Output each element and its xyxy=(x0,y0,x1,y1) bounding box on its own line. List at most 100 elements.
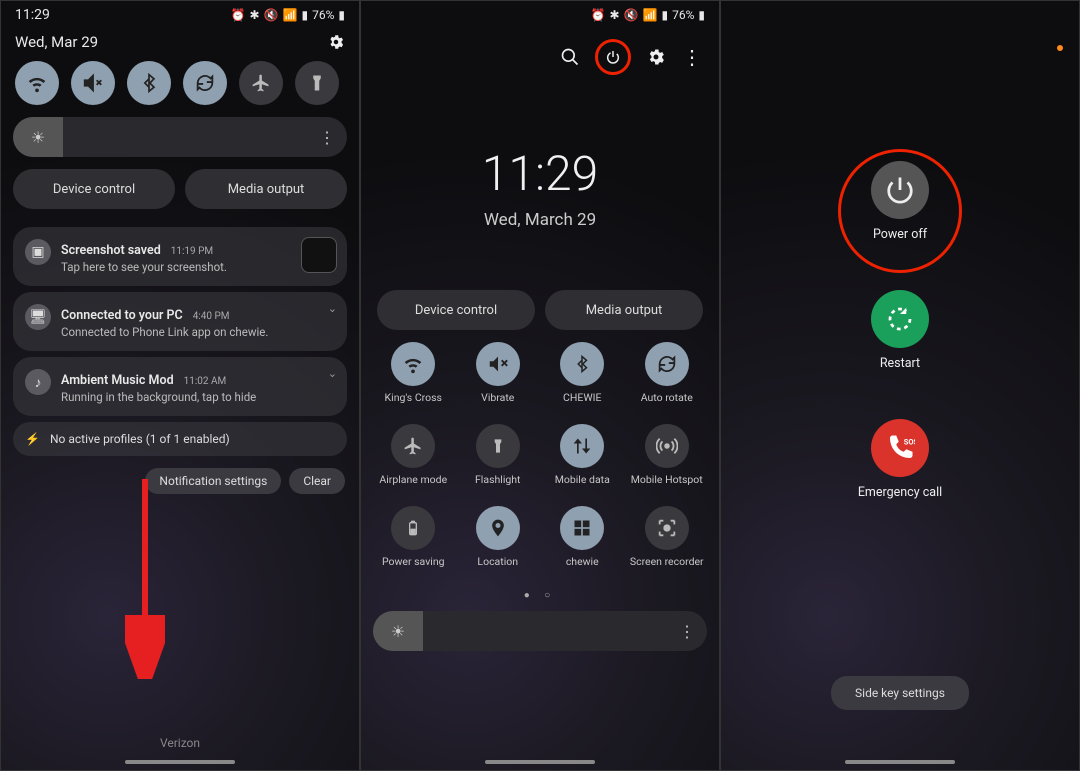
chevron-down-icon[interactable]: ⌄ xyxy=(328,367,337,380)
notif-body: Connected to Phone Link app on chewie. xyxy=(61,325,335,339)
settings-icon[interactable] xyxy=(645,46,667,68)
profiles-text: No active profiles (1 of 1 enabled) xyxy=(50,432,230,446)
side-key-settings-button[interactable]: Side key settings xyxy=(831,676,969,710)
qs-airplane[interactable] xyxy=(239,61,283,105)
wifi-icon: 📶 xyxy=(283,8,298,22)
battery-pct: 76% xyxy=(672,8,694,22)
alarm-icon: ⏰ xyxy=(591,8,606,22)
notification-music[interactable]: ♪ Ambient Music Mod 11:02 AM Running in … xyxy=(13,357,347,416)
panel-date: Wed, March 29 xyxy=(361,210,719,230)
brightness-menu-icon[interactable]: ⋮ xyxy=(319,128,335,147)
status-icons: ⏰ ✱ 🔇 📶 ▮ 76% ▮ xyxy=(231,8,345,22)
notification-pc[interactable]: 🖥 Connected to your PC 4:40 PM Connected… xyxy=(13,292,347,351)
privacy-indicator-dot xyxy=(1057,45,1063,51)
qs-flashlight[interactable] xyxy=(295,61,339,105)
qs-windows[interactable] xyxy=(560,506,604,550)
qs-label: chewie xyxy=(566,556,599,580)
status-bar: ⏰ ✱ 🔇 📶 ▮ 76% ▮ xyxy=(361,1,719,29)
qs-battery[interactable] xyxy=(391,506,435,550)
qs-label: Screen recorder xyxy=(630,556,704,580)
nav-handle[interactable] xyxy=(845,760,955,764)
qs-wifi[interactable] xyxy=(391,342,435,386)
qs-label: Airplane mode xyxy=(379,474,447,498)
notification-settings-button[interactable]: Notification settings xyxy=(145,468,281,494)
qs-label: Mobile Hotspot xyxy=(631,474,703,498)
pc-icon: 🖥 xyxy=(25,304,51,330)
notification-screenshot[interactable]: ▣ Screenshot saved 11:19 PM Tap here to … xyxy=(13,227,347,286)
clear-button[interactable]: Clear xyxy=(289,468,345,494)
media-output-button[interactable]: Media output xyxy=(545,290,703,330)
svg-text:SOS: SOS xyxy=(904,437,915,446)
status-time: 11:29 xyxy=(15,7,50,23)
settings-icon[interactable] xyxy=(327,33,345,51)
qs-rotate[interactable] xyxy=(645,342,689,386)
bt-icon: ✱ xyxy=(610,8,620,22)
quick-settings-row xyxy=(1,61,359,117)
notif-title: Screenshot saved xyxy=(61,243,161,258)
mute-icon: 🔇 xyxy=(264,8,279,22)
annotation-arrow-down xyxy=(125,479,165,679)
qs-location[interactable] xyxy=(476,506,520,550)
notif-body: Tap here to see your screenshot. xyxy=(61,260,335,274)
qs-data[interactable] xyxy=(560,424,604,468)
qs-hotspot[interactable] xyxy=(645,424,689,468)
chevron-down-icon[interactable]: ⌄ xyxy=(328,302,337,315)
qs-label: Power saving xyxy=(382,556,445,580)
qs-label: King's Cross xyxy=(385,392,442,416)
nav-handle[interactable] xyxy=(125,760,235,764)
qs-label: Vibrate xyxy=(481,392,514,416)
bt-icon: ✱ xyxy=(250,8,260,22)
battery-pct: 76% xyxy=(312,8,334,22)
carrier-label: Verizon xyxy=(1,736,359,750)
device-control-button[interactable]: Device control xyxy=(377,290,535,330)
qs-mute[interactable] xyxy=(476,342,520,386)
signal-icon: ▮ xyxy=(662,8,669,22)
status-icons: ⏰ ✱ 🔇 📶 ▮ 76% ▮ xyxy=(591,8,705,22)
qs-bluetooth[interactable] xyxy=(560,342,604,386)
media-output-button[interactable]: Media output xyxy=(185,169,347,209)
emergency-label: Emergency call xyxy=(858,485,942,500)
mute-icon: 🔇 xyxy=(624,8,639,22)
qs-rotate[interactable] xyxy=(183,61,227,105)
notification-profiles[interactable]: ⚡ No active profiles (1 of 1 enabled) xyxy=(13,422,347,456)
power-off-button[interactable] xyxy=(871,161,929,219)
panel-time: 11:29 xyxy=(361,145,719,202)
brightness-slider[interactable]: ☀ ⋮ xyxy=(373,611,707,651)
search-icon[interactable] xyxy=(559,46,581,68)
qs-airplane[interactable] xyxy=(391,424,435,468)
qs-record[interactable] xyxy=(645,506,689,550)
signal-icon: ▮ xyxy=(302,8,309,22)
qs-bluetooth[interactable] xyxy=(127,61,171,105)
nav-handle[interactable] xyxy=(485,760,595,764)
emergency-call-button[interactable]: SOS xyxy=(871,419,929,477)
brightness-menu-icon[interactable]: ⋮ xyxy=(679,622,695,641)
notif-body: Running in the background, tap to hide xyxy=(61,390,335,404)
qs-label: Auto rotate xyxy=(641,392,693,416)
shade-date: Wed, Mar 29 xyxy=(15,33,98,51)
qs-mute[interactable] xyxy=(71,61,115,105)
music-icon: ♪ xyxy=(25,369,51,395)
brightness-slider[interactable]: ☀ ⋮ xyxy=(13,117,347,157)
restart-label: Restart xyxy=(880,356,920,371)
device-control-button[interactable]: Device control xyxy=(13,169,175,209)
power-icon-circled[interactable] xyxy=(595,39,631,75)
alarm-icon: ⏰ xyxy=(231,8,246,22)
qs-label: Flashlight xyxy=(475,474,521,498)
image-icon: ▣ xyxy=(25,239,51,265)
quick-settings-grid: King's CrossVibrateCHEWIEAuto rotateAirp… xyxy=(361,330,719,586)
quick-panel-expanded-pane: ⏰ ✱ 🔇 📶 ▮ 76% ▮ ⋮ 11:29 Wed, March 29 De… xyxy=(360,0,720,771)
qs-wifi[interactable] xyxy=(15,61,59,105)
restart-button[interactable] xyxy=(871,290,929,348)
page-indicator[interactable]: ● ○ xyxy=(361,590,719,601)
notif-title: Ambient Music Mod xyxy=(61,373,174,388)
wifi-icon: 📶 xyxy=(643,8,658,22)
notif-time: 11:02 AM xyxy=(184,376,227,387)
power-off-label: Power off xyxy=(873,227,927,242)
qs-flashlight[interactable] xyxy=(476,424,520,468)
screenshot-thumb[interactable] xyxy=(301,237,337,273)
overflow-menu-icon[interactable]: ⋮ xyxy=(681,46,703,68)
power-menu-pane: Power off Restart SOS Emergency call Sid… xyxy=(720,0,1080,771)
status-bar: 11:29 ⏰ ✱ 🔇 📶 ▮ 76% ▮ xyxy=(1,1,359,29)
qs-label: Location xyxy=(477,556,518,580)
bolt-icon: ⚡ xyxy=(25,432,40,446)
